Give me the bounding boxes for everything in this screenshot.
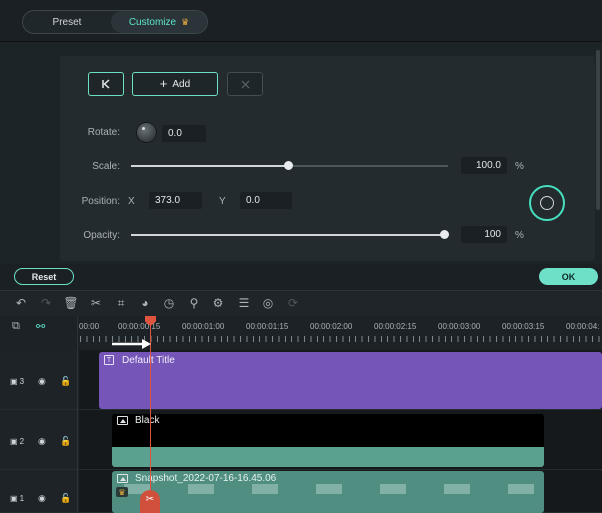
ruler-label: 00:00:01:00 [182, 322, 225, 331]
mode-switch: Preset Customize ♛ [22, 10, 208, 34]
black-clip-label: Black [135, 415, 160, 426]
video-track-icon: ▣ [10, 377, 18, 386]
position-y-label: Y [219, 196, 226, 207]
title-clip-icon: T [104, 355, 114, 365]
track-number: ▣ 3 [10, 377, 24, 386]
add-keyframe-label: Add [172, 78, 191, 90]
track-number: ▣ 2 [10, 437, 24, 446]
track-number-value: 3 [19, 377, 25, 386]
track-header-2: ▣ 2 ◉ 🔓 [0, 410, 78, 470]
ruler-label: 00:00:02:15 [374, 322, 417, 331]
ruler-label: 00:00 [79, 322, 100, 331]
rotate-knob[interactable] [137, 123, 156, 142]
lock-icon[interactable]: 🔓 [60, 493, 71, 504]
cursor-highlight-icon [529, 185, 565, 221]
panel-scrollbar[interactable] [596, 50, 600, 210]
keyframe-delete-icon [240, 79, 250, 89]
keyframe-delete-button[interactable] [227, 72, 263, 96]
ok-button[interactable]: OK [539, 268, 598, 285]
track-header-1: ▣ 1 ◉ 🔓 [0, 470, 78, 513]
eye-icon[interactable]: ◉ [38, 376, 46, 387]
link-icon[interactable]: ⚯ [36, 320, 45, 333]
opacity-slider-fill [131, 234, 444, 236]
video-track-icon: ▣ [10, 494, 18, 503]
title-clip-label: Default Title [122, 355, 175, 366]
image-clip-icon [117, 474, 128, 483]
speed-timer-icon[interactable]: ◷ [162, 296, 176, 310]
opacity-input[interactable]: 100 [461, 226, 507, 243]
freeze-frame-icon[interactable]: ⚲ [187, 296, 201, 310]
crop-icon[interactable]: ⌗ [114, 296, 128, 310]
rotate-input[interactable]: 0.0 [162, 125, 206, 142]
pointer-arrow-icon [112, 339, 151, 349]
ruler-label: 00:00:03:00 [438, 322, 481, 331]
mask-icon[interactable]: ⚙ [211, 296, 225, 310]
eye-icon[interactable]: ◉ [38, 493, 46, 504]
add-keyframe-button[interactable]: + Add [132, 72, 218, 96]
ruler-label: 00:00:02:00 [310, 322, 353, 331]
snapshot-thumbnails [112, 484, 544, 494]
scale-input[interactable]: 100.0 [461, 157, 507, 174]
plus-icon: + [159, 76, 168, 91]
color-palette-icon[interactable]: ◕ [138, 296, 152, 310]
eye-icon[interactable]: ◉ [38, 436, 46, 447]
tab-preset[interactable]: Preset [23, 11, 111, 33]
scale-unit: % [515, 161, 524, 172]
trash-icon[interactable]: 🗑 [63, 296, 78, 310]
lock-icon[interactable]: 🔓 [60, 376, 71, 387]
tab-customize[interactable]: Customize ♛ [111, 11, 207, 33]
scale-slider[interactable] [131, 161, 448, 170]
track-number-value: 2 [19, 437, 25, 446]
scissors-icon[interactable]: ✂ [89, 296, 103, 310]
split-scissors-icon[interactable]: ✂ [140, 490, 160, 513]
keyframe-icon[interactable]: ⟳ [286, 296, 300, 310]
scale-slider-thumb[interactable] [283, 161, 293, 170]
position-y-input[interactable]: 0.0 [240, 192, 292, 209]
track-header-3: ▣ 3 ◉ 🔓 [0, 350, 78, 410]
ruler-label: 00:00:00:15 [118, 322, 161, 331]
ruler-label: 00:00:04: [566, 322, 600, 331]
opacity-slider-thumb[interactable] [440, 230, 449, 239]
position-label: Position: [81, 196, 120, 207]
rotate-label: Rotate: [87, 127, 120, 138]
track-controls-header: ⧉ ⚯ [0, 316, 78, 350]
track-number-value: 1 [19, 494, 25, 503]
keyframe-prev-icon [102, 79, 110, 89]
opacity-label: Opacity: [83, 230, 120, 241]
position-x-label: X [128, 196, 135, 207]
black-clip-audio-bar [112, 447, 544, 467]
opacity-unit: % [515, 230, 524, 241]
scale-slider-fill [131, 165, 288, 167]
black-clip[interactable] [112, 414, 544, 447]
position-x-input[interactable]: 373.0 [149, 192, 202, 209]
scale-label: Scale: [92, 161, 120, 172]
keyframe-prev-button[interactable] [88, 72, 124, 96]
image-clip-icon [117, 416, 128, 425]
add-track-icon[interactable]: ⧉ [12, 320, 20, 333]
action-row [0, 264, 602, 290]
video-track-icon: ▣ [10, 437, 18, 446]
snapshot-clip-label: Snapshot_2022-07-16-16.45.06 [135, 473, 277, 484]
opacity-slider[interactable] [131, 230, 449, 239]
lock-icon[interactable]: 🔓 [60, 436, 71, 447]
crown-icon: ♛ [116, 487, 128, 497]
track-number: ▣ 1 [10, 494, 24, 503]
adjust-icon[interactable]: ☰ [237, 296, 251, 310]
ruler-label: 00:00:01:15 [246, 322, 289, 331]
redo-icon[interactable]: ↷ [39, 296, 53, 310]
playhead-line[interactable] [150, 325, 151, 513]
motion-tracking-icon[interactable]: ◎ [261, 296, 275, 310]
tab-customize-label: Customize [128, 16, 177, 28]
ruler-label: 00:00:03:15 [502, 322, 545, 331]
reset-button[interactable]: Reset [14, 268, 74, 285]
crown-icon: ♛ [181, 16, 190, 27]
undo-icon[interactable]: ↶ [14, 296, 28, 310]
ruler-ticks [80, 336, 602, 342]
